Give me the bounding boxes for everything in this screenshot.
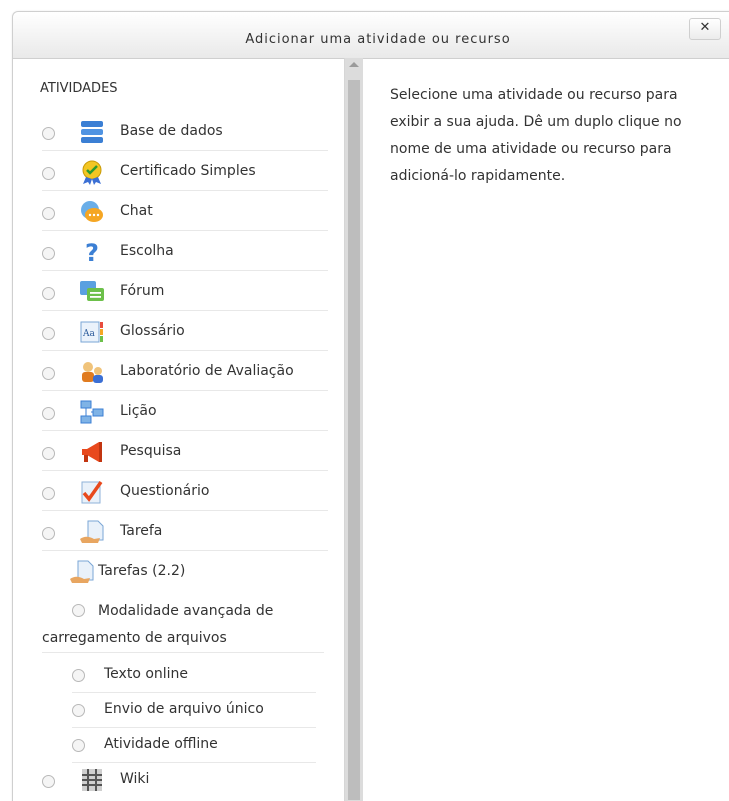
workshop-icon [82, 362, 103, 383]
database-icon [81, 121, 103, 143]
activity-radio[interactable] [42, 207, 55, 220]
subitem-label: Texto online [104, 666, 189, 682]
help-text: Selecione uma atividade ou recurso para … [390, 87, 682, 184]
activity-label: Laboratório de Avaliação [120, 363, 294, 379]
certificate-icon [82, 160, 102, 185]
activity-group-tarefas-2-2: Tarefas (2.2) [42, 554, 328, 590]
activity-radio[interactable] [42, 327, 55, 340]
subitem-radio[interactable] [72, 739, 85, 752]
activity-radio[interactable] [42, 247, 55, 260]
activity-radio[interactable] [42, 287, 55, 300]
quiz-checkmark-icon [81, 480, 103, 504]
activity-radio[interactable] [42, 487, 55, 500]
question-mark-icon: ? [85, 239, 99, 265]
activity-item-questionario[interactable]: Questionário [42, 474, 328, 511]
activity-radio[interactable] [42, 775, 55, 788]
scrollbar-thumb[interactable] [348, 80, 360, 800]
megaphone-icon [82, 442, 102, 462]
activity-label: Pesquisa [120, 443, 182, 459]
activity-label: Fórum [120, 283, 165, 299]
scroll-up-icon[interactable] [349, 62, 359, 67]
activity-radio[interactable] [42, 527, 55, 540]
activity-item-escolha[interactable]: ? Escolha [42, 234, 328, 271]
activity-radio[interactable] [42, 447, 55, 460]
subitem-atividade-offline[interactable]: Atividade offline [72, 728, 316, 763]
activity-label: Tarefa [120, 523, 163, 539]
activity-item-laboratorio-de-avaliacao[interactable]: Laboratório de Avaliação [42, 354, 328, 391]
activity-label: Wiki [120, 771, 150, 787]
section-heading-activities: ATIVIDADES [40, 81, 118, 96]
activity-radio[interactable] [42, 407, 55, 420]
svg-text:Aa: Aa [82, 329, 95, 339]
subitem-label: Modalidade avançada de carregamento de a… [42, 603, 274, 646]
activity-label: Lição [120, 403, 157, 419]
activity-item-wiki[interactable]: Wiki [42, 762, 328, 798]
activity-item-base-de-dados[interactable]: Base de dados [42, 114, 328, 151]
activity-radio[interactable] [42, 367, 55, 380]
wiki-icon [82, 769, 102, 791]
activity-item-tarefa[interactable]: Tarefa [42, 514, 328, 551]
activity-label: Glossário [120, 323, 185, 339]
forum-icon [80, 281, 104, 301]
activity-radio[interactable] [42, 127, 55, 140]
activity-label: Certificado Simples [120, 163, 256, 179]
svg-text:?: ? [85, 239, 99, 265]
chat-icon [81, 201, 103, 222]
activity-label: Questionário [120, 483, 210, 499]
subitem-radio[interactable] [72, 704, 85, 717]
activity-group-label: Tarefas (2.2) [98, 563, 186, 579]
subitem-modalidade-avancada[interactable]: Modalidade avançada de carregamento de a… [42, 594, 324, 653]
activity-item-pesquisa[interactable]: Pesquisa [42, 434, 328, 471]
scrollbar[interactable] [344, 58, 363, 801]
subitem-texto-online[interactable]: Texto online [72, 658, 316, 693]
subitem-label: Envio de arquivo único [104, 701, 264, 717]
assignment-icon [80, 520, 104, 543]
subitem-envio-de-arquivo-unico[interactable]: Envio de arquivo único [72, 693, 316, 728]
glossary-icon: Aa [80, 321, 103, 343]
activity-item-glossario[interactable]: Aa Glossário [42, 314, 328, 351]
assignment-icon [70, 560, 94, 583]
activity-item-licao[interactable]: Lição [42, 394, 328, 431]
subitem-radio[interactable] [72, 669, 85, 682]
activity-item-certificado-simples[interactable]: Certificado Simples [42, 154, 328, 191]
activity-label: Base de dados [120, 123, 223, 139]
dialog-titlebar: Adicionar uma atividade ou recurso [13, 12, 729, 59]
activity-label: Escolha [120, 243, 174, 259]
activity-item-chat[interactable]: Chat [42, 194, 328, 231]
activity-item-forum[interactable]: Fórum [42, 274, 328, 311]
dialog-title: Adicionar uma atividade ou recurso [245, 32, 511, 47]
subitem-label: Atividade offline [104, 736, 218, 752]
lesson-icon [80, 400, 104, 424]
activity-label: Chat [120, 203, 153, 219]
close-button[interactable]: ✕ [689, 18, 721, 40]
activity-radio[interactable] [42, 167, 55, 180]
